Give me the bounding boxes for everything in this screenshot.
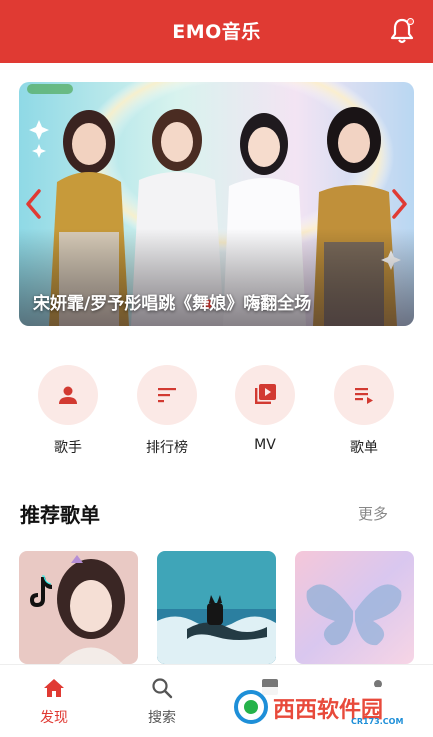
section-title: 推荐歌单 bbox=[20, 503, 100, 527]
quick-nav-label: 排行榜 bbox=[146, 440, 188, 456]
tab-search[interactable]: 搜索 bbox=[132, 677, 192, 727]
tab-label: 搜索 bbox=[148, 710, 176, 726]
playlist-card[interactable] bbox=[295, 551, 414, 664]
tab-discover[interactable]: 发现 bbox=[24, 677, 84, 727]
quick-nav-label: MV bbox=[254, 437, 276, 453]
quick-nav-label: 歌手 bbox=[54, 440, 82, 456]
playlist-cover bbox=[295, 551, 414, 664]
watermark-logo: 西西软件园 CR173.COM bbox=[233, 687, 415, 727]
playlist-card[interactable] bbox=[19, 551, 138, 664]
playlist-card[interactable] bbox=[157, 551, 276, 664]
home-icon bbox=[44, 679, 64, 697]
banner-logo bbox=[27, 84, 73, 94]
person-icon bbox=[59, 386, 77, 404]
banner-caption: 宋妍霏/罗予彤唱跳《舞娘》嗨翻全场 bbox=[33, 294, 312, 314]
search-icon bbox=[152, 678, 173, 699]
banner-prev-arrow-icon[interactable] bbox=[23, 188, 45, 220]
more-link[interactable]: 更多 bbox=[358, 503, 388, 524]
watermark-subtext: CR173.COM bbox=[351, 717, 403, 726]
playlist-cover bbox=[19, 551, 138, 664]
sort-lines-icon bbox=[158, 388, 176, 403]
app-header: EMO音乐 bbox=[0, 0, 433, 63]
quick-nav-label: 歌单 bbox=[350, 440, 378, 456]
quick-nav-playlists[interactable]: 歌单 bbox=[332, 365, 396, 457]
playlist-play-icon bbox=[355, 388, 373, 404]
tab-label: 发现 bbox=[40, 710, 68, 726]
video-library-icon bbox=[255, 384, 276, 404]
quick-nav-charts[interactable]: 排行榜 bbox=[135, 365, 199, 457]
notification-dot bbox=[407, 18, 414, 25]
quick-nav-singers[interactable]: 歌手 bbox=[36, 365, 100, 457]
banner-carousel[interactable]: 宋妍霏/罗予彤唱跳《舞娘》嗨翻全场 bbox=[19, 82, 414, 326]
app-title: EMO音乐 bbox=[172, 21, 261, 43]
playlist-cover bbox=[157, 551, 276, 664]
quick-nav-mv[interactable]: MV bbox=[233, 365, 297, 453]
notification-button[interactable] bbox=[389, 17, 415, 45]
banner-next-arrow-icon[interactable] bbox=[388, 188, 410, 220]
